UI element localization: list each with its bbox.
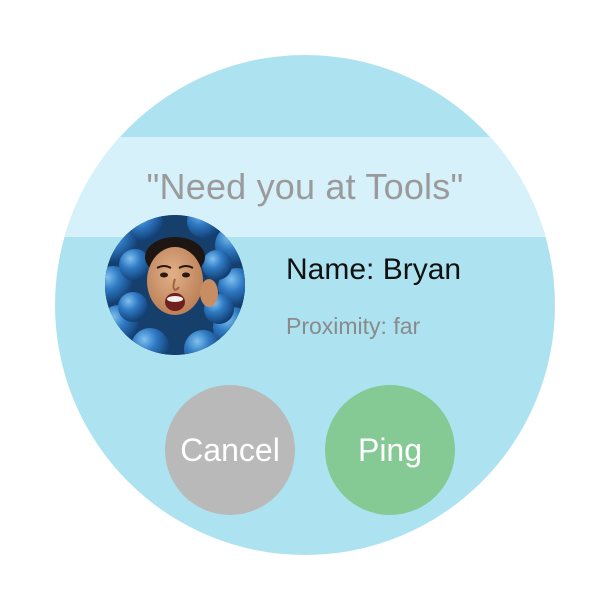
contact-proximity: Proximity: far xyxy=(286,313,421,339)
message-text: "Need you at Tools" xyxy=(146,166,464,207)
contact-avatar xyxy=(105,215,245,355)
person-photo-icon xyxy=(105,215,245,355)
cancel-button[interactable]: Cancel xyxy=(165,385,295,515)
message-banner: "Need you at Tools" xyxy=(55,137,555,237)
contact-name: Name: Bryan xyxy=(286,253,462,286)
watch-face: "Need you at Tools" Name: Bryan Proximit… xyxy=(55,55,555,555)
ping-button[interactable]: Ping xyxy=(325,385,455,515)
